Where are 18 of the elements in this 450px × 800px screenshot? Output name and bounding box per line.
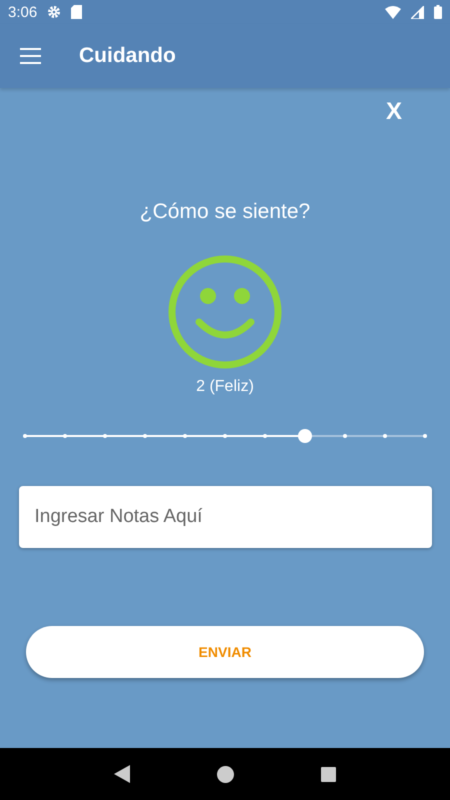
slider-thumb[interactable] bbox=[298, 429, 312, 443]
recents-icon[interactable] bbox=[321, 766, 336, 782]
close-button[interactable]: X bbox=[386, 98, 402, 126]
notes-field[interactable]: Ingresar Notas Aquí bbox=[18, 486, 432, 548]
menu-icon[interactable] bbox=[20, 48, 41, 64]
battery-icon bbox=[434, 5, 442, 19]
question-text: ¿Cómo se siente? bbox=[140, 200, 310, 224]
submit-button[interactable]: ENVIAR bbox=[26, 626, 424, 678]
settings-icon bbox=[47, 5, 62, 19]
status-time: 3:06 bbox=[8, 4, 38, 20]
signal-icon bbox=[411, 6, 424, 18]
smiley-face-icon bbox=[167, 254, 283, 370]
sd-card-icon bbox=[71, 5, 82, 19]
wifi-icon bbox=[385, 6, 401, 18]
app-title: Cuidando bbox=[79, 44, 176, 68]
home-icon[interactable] bbox=[216, 766, 234, 782]
mood-reading: 2 (Feliz) bbox=[196, 378, 254, 396]
back-icon[interactable] bbox=[114, 765, 130, 783]
